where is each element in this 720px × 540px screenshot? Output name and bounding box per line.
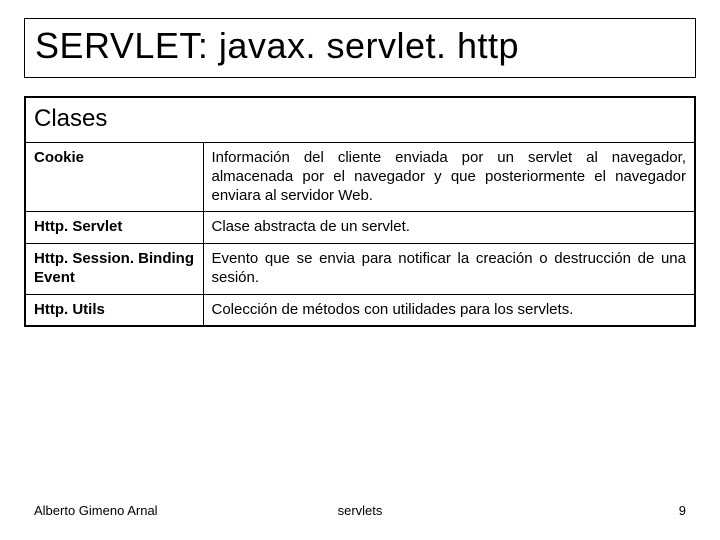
section-header-row: Clases	[25, 97, 695, 143]
footer-page: 9	[679, 503, 686, 518]
title-package: javax. servlet. http	[219, 25, 519, 66]
class-desc: Información del cliente enviada por un s…	[203, 143, 695, 212]
footer-subject: servlets	[338, 503, 383, 518]
class-desc: Clase abstracta de un servlet.	[203, 212, 695, 244]
class-desc: Evento que se envia para notificar la cr…	[203, 244, 695, 295]
class-name: Cookie	[25, 143, 203, 212]
title-box: SERVLET: javax. servlet. http	[24, 18, 696, 78]
table-row: Cookie Información del cliente enviada p…	[25, 143, 695, 212]
section-header: Clases	[25, 97, 695, 143]
slide: SERVLET: javax. servlet. http Clases Coo…	[0, 0, 720, 540]
table-row: Http. Utils Colección de métodos con uti…	[25, 294, 695, 326]
class-name: Http. Session. Binding Event	[25, 244, 203, 295]
classes-table: Clases Cookie Información del cliente en…	[24, 96, 696, 327]
footer: Alberto Gimeno Arnal servlets 9	[0, 503, 720, 518]
footer-author: Alberto Gimeno Arnal	[34, 503, 158, 518]
class-name: Http. Utils	[25, 294, 203, 326]
table-row: Http. Session. Binding Event Evento que …	[25, 244, 695, 295]
class-desc: Colección de métodos con utilidades para…	[203, 294, 695, 326]
table-row: Http. Servlet Clase abstracta de un serv…	[25, 212, 695, 244]
page-title: SERVLET: javax. servlet. http	[35, 25, 685, 67]
class-name: Http. Servlet	[25, 212, 203, 244]
title-prefix: SERVLET:	[35, 25, 219, 66]
